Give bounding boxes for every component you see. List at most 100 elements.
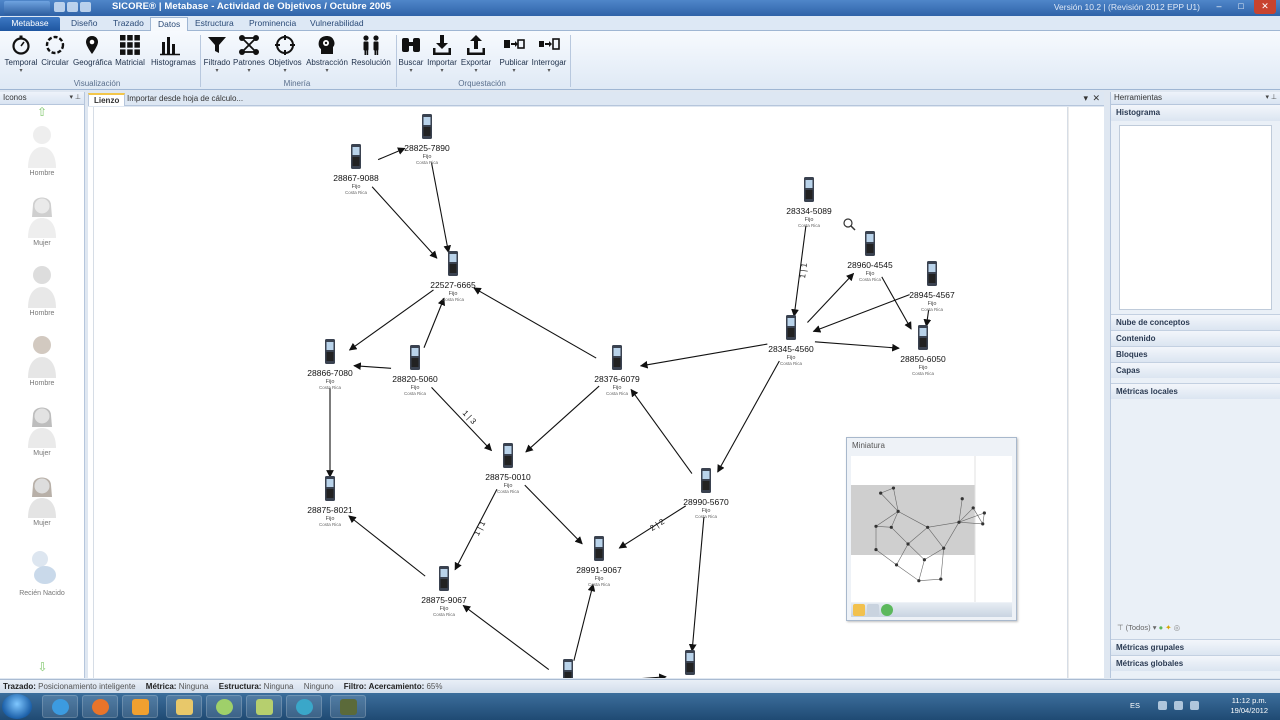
graph-node[interactable] bbox=[685, 650, 695, 675]
graph-edge[interactable] bbox=[462, 604, 550, 671]
graph-edge[interactable] bbox=[592, 673, 667, 678]
graph-edge[interactable] bbox=[430, 162, 452, 254]
tab-close-icon[interactable]: ✕ bbox=[1092, 93, 1100, 104]
chevron-down-icon[interactable]: ▾ bbox=[1153, 623, 1157, 632]
volume-icon[interactable] bbox=[1174, 701, 1183, 710]
taskbar-app[interactable] bbox=[286, 695, 322, 718]
minimap-panel[interactable]: Miniatura bbox=[846, 437, 1017, 621]
qat-button[interactable] bbox=[80, 2, 91, 12]
icon-item[interactable]: Hombre bbox=[0, 123, 84, 189]
minimap-view-rect[interactable] bbox=[851, 485, 975, 555]
importar-button[interactable]: Importar ▾ bbox=[423, 34, 461, 74]
graph-edge[interactable] bbox=[630, 388, 693, 474]
network-icon[interactable] bbox=[1190, 701, 1199, 710]
section-capas[interactable]: Capas bbox=[1111, 362, 1280, 378]
minimize-button[interactable]: – bbox=[1208, 0, 1230, 14]
graph-edge[interactable] bbox=[639, 343, 768, 369]
interrogar-button[interactable]: Interrogar ▾ bbox=[530, 34, 568, 74]
tray-icon[interactable] bbox=[1158, 701, 1167, 710]
taskbar-app[interactable] bbox=[122, 695, 158, 718]
graph-node[interactable]: 28825-7890FijoCosta Rica bbox=[404, 114, 450, 165]
histogramas-button[interactable]: Histogramas bbox=[151, 34, 196, 67]
graph-edge[interactable] bbox=[348, 515, 426, 577]
tab-diseno[interactable]: Diseño bbox=[64, 17, 104, 31]
icon-item[interactable]: Mujer bbox=[0, 403, 84, 469]
qat-button[interactable] bbox=[54, 2, 65, 12]
graph-node[interactable]: 28820-5060FijoCosta Rica bbox=[392, 345, 438, 396]
tab-datos[interactable]: Datos bbox=[150, 17, 189, 31]
add-icon[interactable]: ● bbox=[1159, 623, 1164, 632]
graph-edge[interactable] bbox=[717, 360, 780, 473]
graph-edge[interactable] bbox=[525, 385, 600, 453]
graph-edge[interactable] bbox=[353, 362, 392, 371]
panel-pin-icon[interactable]: ▾ ⊥ bbox=[69, 92, 81, 104]
panel-pin-icon[interactable]: ▾ ⊥ bbox=[1265, 92, 1277, 104]
publicar-button[interactable]: Publicar ▾ bbox=[495, 34, 533, 74]
taskbar-app[interactable] bbox=[166, 695, 202, 718]
graph-edge[interactable] bbox=[807, 272, 855, 323]
graph-node[interactable]: 28990-5670FijoCosta Rica bbox=[683, 468, 729, 519]
maximize-button[interactable]: □ bbox=[1230, 0, 1252, 14]
graph-edge[interactable] bbox=[377, 147, 406, 161]
icon-item[interactable]: Mujer bbox=[0, 473, 84, 539]
graph-edge[interactable] bbox=[473, 287, 597, 359]
section-bloques[interactable]: Bloques bbox=[1111, 346, 1280, 362]
close-button[interactable]: ✕ bbox=[1254, 0, 1276, 14]
section-metricas-globales[interactable]: Métricas globales bbox=[1111, 655, 1280, 671]
icon-item[interactable]: Hombre bbox=[0, 333, 84, 399]
resolucion-button[interactable]: Resolución bbox=[351, 34, 391, 67]
graph-edge[interactable] bbox=[371, 186, 438, 259]
graph-node[interactable]: 28875-0010FijoCosta Rica bbox=[485, 443, 531, 494]
graph-node[interactable] bbox=[563, 659, 573, 678]
section-contenido[interactable]: Contenido bbox=[1111, 330, 1280, 346]
icon-item[interactable]: Hombre bbox=[0, 263, 84, 329]
exportar-button[interactable]: Exportar ▾ bbox=[457, 34, 495, 74]
circular-button[interactable]: Circular bbox=[36, 34, 74, 67]
taskbar-app[interactable] bbox=[246, 695, 282, 718]
clock[interactable]: 11:12 p.m. 19/04/2012 bbox=[1230, 696, 1268, 716]
tab-estructura[interactable]: Estructura bbox=[188, 17, 241, 31]
section-metricas-grupales[interactable]: Métricas grupales bbox=[1111, 639, 1280, 655]
section-metricas-locales[interactable]: Métricas locales bbox=[1111, 383, 1280, 399]
scroll-up-icon[interactable]: ⇧ bbox=[0, 105, 84, 119]
graph-edge[interactable] bbox=[688, 516, 705, 652]
graph-node[interactable]: 28334-5089FijoCosta Rica bbox=[786, 177, 832, 228]
tab-prominencia[interactable]: Prominencia bbox=[242, 17, 303, 31]
settings-icon[interactable]: ◎ bbox=[1174, 623, 1181, 632]
app-menu-button[interactable] bbox=[4, 1, 50, 15]
zoom-icon[interactable] bbox=[867, 604, 879, 616]
qat-button[interactable] bbox=[67, 2, 78, 12]
geografica-button[interactable]: Geográfica bbox=[73, 34, 112, 67]
taskbar-app[interactable] bbox=[206, 695, 242, 718]
pan-icon[interactable] bbox=[853, 604, 865, 616]
taskbar-app[interactable] bbox=[330, 695, 366, 718]
section-histograma[interactable]: Histograma bbox=[1111, 105, 1280, 121]
minimap-viewport[interactable] bbox=[851, 456, 1012, 602]
filter-icon[interactable]: ⊤ bbox=[1117, 623, 1124, 632]
graph-edge[interactable] bbox=[524, 484, 583, 545]
graph-node[interactable]: 28875-8021FijoCosta Rica bbox=[307, 476, 353, 527]
tab-importar-hoja[interactable]: Importar desde hoja de cálculo... bbox=[122, 93, 248, 106]
temporal-button[interactable]: Temporal ▾ bbox=[2, 34, 40, 74]
graph-node[interactable]: 22527-6665FijoCosta Rica bbox=[430, 251, 476, 302]
graph-node[interactable]: 28960-4545FijoCosta Rica bbox=[847, 231, 893, 282]
taskbar-app[interactable] bbox=[42, 695, 78, 718]
tab-metabase[interactable]: Metabase bbox=[0, 17, 60, 31]
tab-lienzo[interactable]: Lienzo bbox=[88, 93, 126, 106]
graph-edge[interactable] bbox=[814, 341, 900, 352]
icon-item[interactable]: Recién Nacido bbox=[0, 543, 84, 609]
graph-edge[interactable] bbox=[431, 387, 493, 452]
tab-menu-icon[interactable]: ▾ bbox=[1083, 93, 1088, 104]
tab-trazado[interactable]: Trazado bbox=[106, 17, 151, 31]
graph-node[interactable]: 28991-9067FijoCosta Rica bbox=[576, 536, 622, 587]
metric-filter-select[interactable]: (Todos) bbox=[1126, 623, 1151, 632]
graph-node[interactable]: 28945-4567FijoCosta Rica bbox=[909, 261, 955, 312]
abstraccion-button[interactable]: Abstracción ▾ bbox=[306, 34, 348, 74]
scroll-down-icon[interactable]: ⇩ bbox=[0, 660, 85, 674]
tab-vulnerabilidad[interactable]: Vulnerabilidad bbox=[303, 17, 371, 31]
start-button[interactable] bbox=[2, 694, 32, 719]
matricial-button[interactable]: Matricial bbox=[111, 34, 149, 67]
graph-edge[interactable] bbox=[573, 583, 596, 661]
patrones-button[interactable]: Patrones ▾ bbox=[230, 34, 268, 74]
graph-edge[interactable] bbox=[423, 297, 445, 348]
